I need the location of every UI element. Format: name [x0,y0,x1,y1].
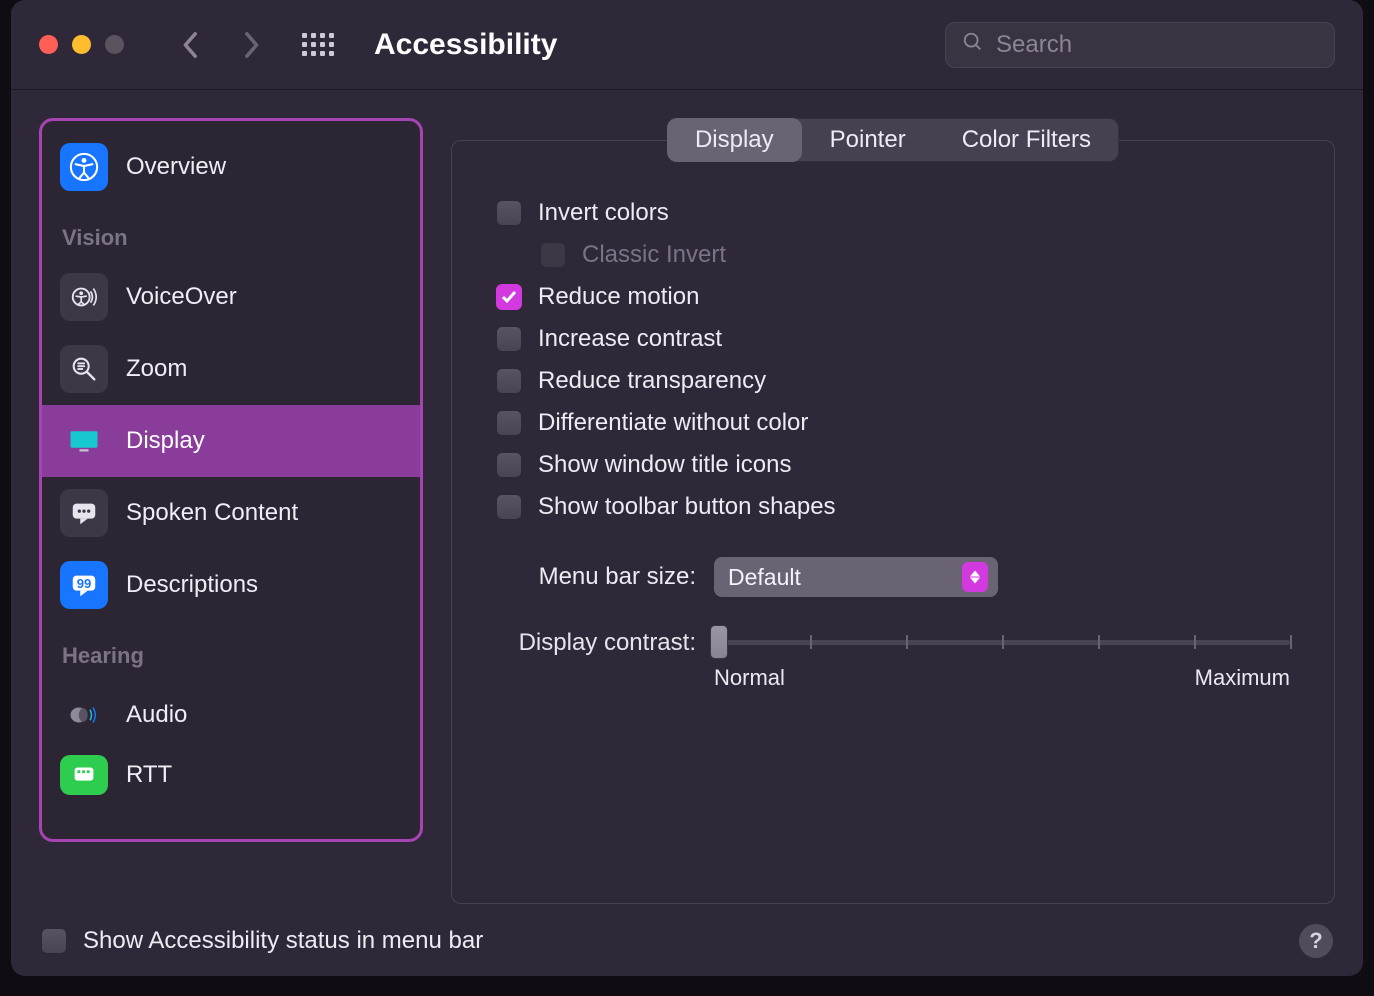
checkbox[interactable] [496,200,522,226]
main-content: Display Pointer Color Filters Invert col… [451,118,1335,904]
footer: Show Accessibility status in menu bar ? [11,918,1363,976]
nav-group [182,33,334,56]
search-icon [962,31,984,58]
option-label: Reduce transparency [538,367,766,395]
option-invert-colors[interactable]: Invert colors [496,199,1290,227]
checkbox[interactable] [496,368,522,394]
back-button[interactable] [182,35,202,55]
help-button[interactable]: ? [1299,924,1333,958]
rtt-icon [60,755,108,795]
option-show-window-title-icons[interactable]: Show window title icons [496,451,1290,479]
accessibility-icon [60,143,108,191]
option-label: Invert colors [538,199,669,227]
search-input[interactable] [996,31,1318,59]
body: Overview Vision VoiceOver Zoom Displa [11,90,1363,918]
zoom-icon [60,345,108,393]
sidebar-item-label: RTT [126,761,172,789]
option-increase-contrast[interactable]: Increase contrast [496,325,1290,353]
slider-min-label: Normal [714,665,785,691]
select-stepper-icon [962,562,988,592]
checkbox[interactable] [496,452,522,478]
show-all-icon[interactable] [302,33,334,56]
page-title: Accessibility [374,28,557,62]
sidebar-item-label: Overview [126,153,226,181]
option-label: Reduce motion [538,283,699,311]
forward-button[interactable] [242,35,262,55]
display-contrast-row: Display contrast: [496,627,1290,691]
option-label: Show toolbar button shapes [538,493,836,521]
display-tabs: Display Pointer Color Filters [667,118,1119,162]
sidebar-item-display[interactable]: Display [42,405,420,477]
sidebar: Overview Vision VoiceOver Zoom Displa [39,118,423,842]
display-contrast-slider[interactable]: Normal Maximum [714,627,1290,691]
voiceover-icon [60,273,108,321]
show-status-label: Show Accessibility status in menu bar [83,927,483,955]
svg-text:99: 99 [77,576,92,591]
sidebar-item-label: Descriptions [126,571,258,599]
option-differentiate-without-color[interactable]: Differentiate without color [496,409,1290,437]
tab-pointer[interactable]: Pointer [802,118,934,162]
sidebar-item-zoom[interactable]: Zoom [42,333,420,405]
menu-bar-size-select[interactable]: Default [714,557,998,597]
minimize-window-button[interactable] [72,35,91,54]
option-show-toolbar-button-shapes[interactable]: Show toolbar button shapes [496,493,1290,521]
sidebar-item-overview[interactable]: Overview [42,131,420,203]
titlebar: Accessibility [11,0,1363,90]
search-field[interactable] [945,22,1335,68]
checkbox[interactable] [496,410,522,436]
tab-display[interactable]: Display [667,118,802,162]
show-status-checkbox[interactable] [41,928,67,954]
spoken-content-icon [60,489,108,537]
display-panel: Invert colors Classic Invert Reduce moti… [451,140,1335,904]
descriptions-icon: 99 [60,561,108,609]
tab-color-filters[interactable]: Color Filters [934,118,1119,162]
option-reduce-motion[interactable]: Reduce motion [496,283,1290,311]
option-reduce-transparency[interactable]: Reduce transparency [496,367,1290,395]
sidebar-item-label: VoiceOver [126,283,237,311]
option-label: Show window title icons [538,451,791,479]
menu-bar-size-label: Menu bar size: [496,563,696,591]
sidebar-section-hearing: Hearing [42,621,420,679]
checkbox[interactable] [496,326,522,352]
slider-max-label: Maximum [1195,665,1290,691]
option-label: Classic Invert [582,241,726,269]
sidebar-item-label: Audio [126,701,187,729]
sidebar-item-label: Zoom [126,355,187,383]
option-label: Increase contrast [538,325,722,353]
sidebar-item-voiceover[interactable]: VoiceOver [42,261,420,333]
zoom-window-button[interactable] [105,35,124,54]
sidebar-item-descriptions[interactable]: 99 Descriptions [42,549,420,621]
display-icon [60,417,108,465]
preferences-window: Accessibility Overview Vision VoiceO [11,0,1363,976]
close-window-button[interactable] [39,35,58,54]
sidebar-item-label: Display [126,427,205,455]
checkbox [540,242,566,268]
slider-thumb[interactable] [710,625,728,659]
menu-bar-size-row: Menu bar size: Default [496,557,1290,597]
display-contrast-label: Display contrast: [496,627,696,657]
option-classic-invert: Classic Invert [540,241,1290,269]
checkbox[interactable] [496,284,522,310]
sidebar-item-audio[interactable]: Audio [42,679,420,751]
window-controls [39,35,124,54]
sidebar-item-rtt[interactable]: RTT [42,751,420,799]
select-value: Default [728,564,801,591]
sidebar-item-spoken-content[interactable]: Spoken Content [42,477,420,549]
sidebar-item-label: Spoken Content [126,499,298,527]
audio-icon [60,691,108,739]
option-label: Differentiate without color [538,409,808,437]
sidebar-section-vision: Vision [42,203,420,261]
checkbox[interactable] [496,494,522,520]
